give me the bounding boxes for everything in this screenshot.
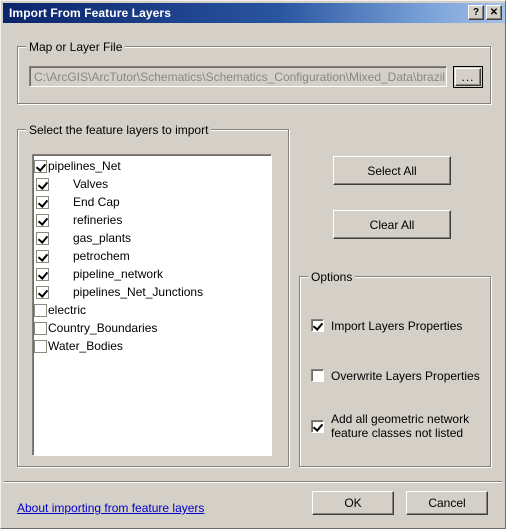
add-geometric-network-label: Add all geometric network feature classe… [331,412,470,440]
layer-list-item[interactable]: End Cap [34,193,271,211]
layer-label: refineries [73,213,123,227]
layer-checkbox[interactable] [36,195,49,209]
layer-label: Water_Bodies [48,339,123,353]
layer-label: Valves [73,177,109,191]
layer-label: Country_Boundaries [48,321,158,335]
close-icon[interactable]: ✕ [486,5,502,20]
layer-checkbox[interactable] [34,303,47,317]
add-geometric-network-checkbox[interactable] [311,419,324,433]
layer-checkbox[interactable] [34,321,47,335]
layer-label: petrochem [73,249,130,263]
layer-list-item[interactable]: electric [34,301,271,319]
layer-checkbox[interactable] [34,339,47,353]
option-overwrite-layers-properties[interactable]: Overwrite Layers Properties [311,369,480,383]
layer-checkbox[interactable] [36,177,49,191]
import-layers-properties-label: Import Layers Properties [331,319,463,333]
layer-list-item[interactable]: pipeline_network [34,265,271,283]
import-layers-properties-checkbox[interactable] [311,319,324,332]
layer-list-item[interactable]: gas_plants [34,229,271,247]
layer-checkbox[interactable] [36,267,49,281]
layer-label: pipelines_Net_Junctions [73,285,204,299]
layer-list-item[interactable]: Country_Boundaries [34,319,271,337]
layer-list-item[interactable]: pipelines_Net [34,157,271,175]
layer-label: pipelines_Net [48,159,121,173]
clear-all-label: Clear All [369,217,415,232]
option-add-geometric-network[interactable]: Add all geometric network feature classe… [311,412,469,440]
cancel-button-label: Cancel [428,496,466,510]
feature-layers-list[interactable]: pipelines_Net Valves End Cap refineries gas_… [32,154,272,456]
layer-checkbox[interactable] [36,213,49,227]
layer-checkbox[interactable] [36,231,49,245]
select-feature-layers-label: Select the feature layers to import [26,123,212,137]
layer-list-item[interactable]: pipelines_Net_Junctions [34,283,271,301]
window-title: Import From Feature Layers [9,6,171,20]
layer-label: gas_plants [73,231,132,245]
options-label: Options [308,270,356,284]
select-all-label: Select All [367,163,417,178]
overwrite-layers-properties-label: Overwrite Layers Properties [331,369,480,383]
layer-checkbox[interactable] [36,249,49,263]
title-bar[interactable]: Import From Feature Layers ? ✕ [3,3,505,23]
layer-list-item[interactable]: refineries [34,211,271,229]
title-bar-buttons: ? ✕ [468,5,502,20]
help-icon[interactable]: ? [468,5,484,20]
about-importing-link[interactable]: About importing from feature layers [17,501,204,515]
map-file-path-input[interactable]: C:\ArcGIS\ArcTutor\Schematics\Schematics… [29,66,447,87]
footer-divider [4,481,502,483]
browse-button[interactable]: ... [453,66,483,88]
layer-label: electric [48,303,87,317]
layer-list-item[interactable]: Valves [34,175,271,193]
overwrite-layers-properties-checkbox[interactable] [311,369,324,382]
ok-button[interactable]: OK [312,491,394,515]
layer-checkbox[interactable] [34,159,47,173]
clear-all-button[interactable]: Clear All [333,210,451,239]
layer-checkbox[interactable] [36,285,49,299]
layer-label: pipeline_network [73,267,164,281]
import-from-feature-layers-dialog: Import From Feature Layers ? ✕ Map or La… [0,0,506,529]
map-or-layer-file-label: Map or Layer File [26,40,126,54]
layer-list-item[interactable]: Water_Bodies [34,337,271,355]
cancel-button[interactable]: Cancel [406,491,488,515]
browse-button-label: ... [455,68,481,86]
layer-list-item[interactable]: petrochem [34,247,271,265]
option-import-layers-properties[interactable]: Import Layers Properties [311,319,462,333]
select-all-button[interactable]: Select All [333,156,451,185]
layer-label: End Cap [73,195,120,209]
ok-button-label: OK [344,496,362,510]
